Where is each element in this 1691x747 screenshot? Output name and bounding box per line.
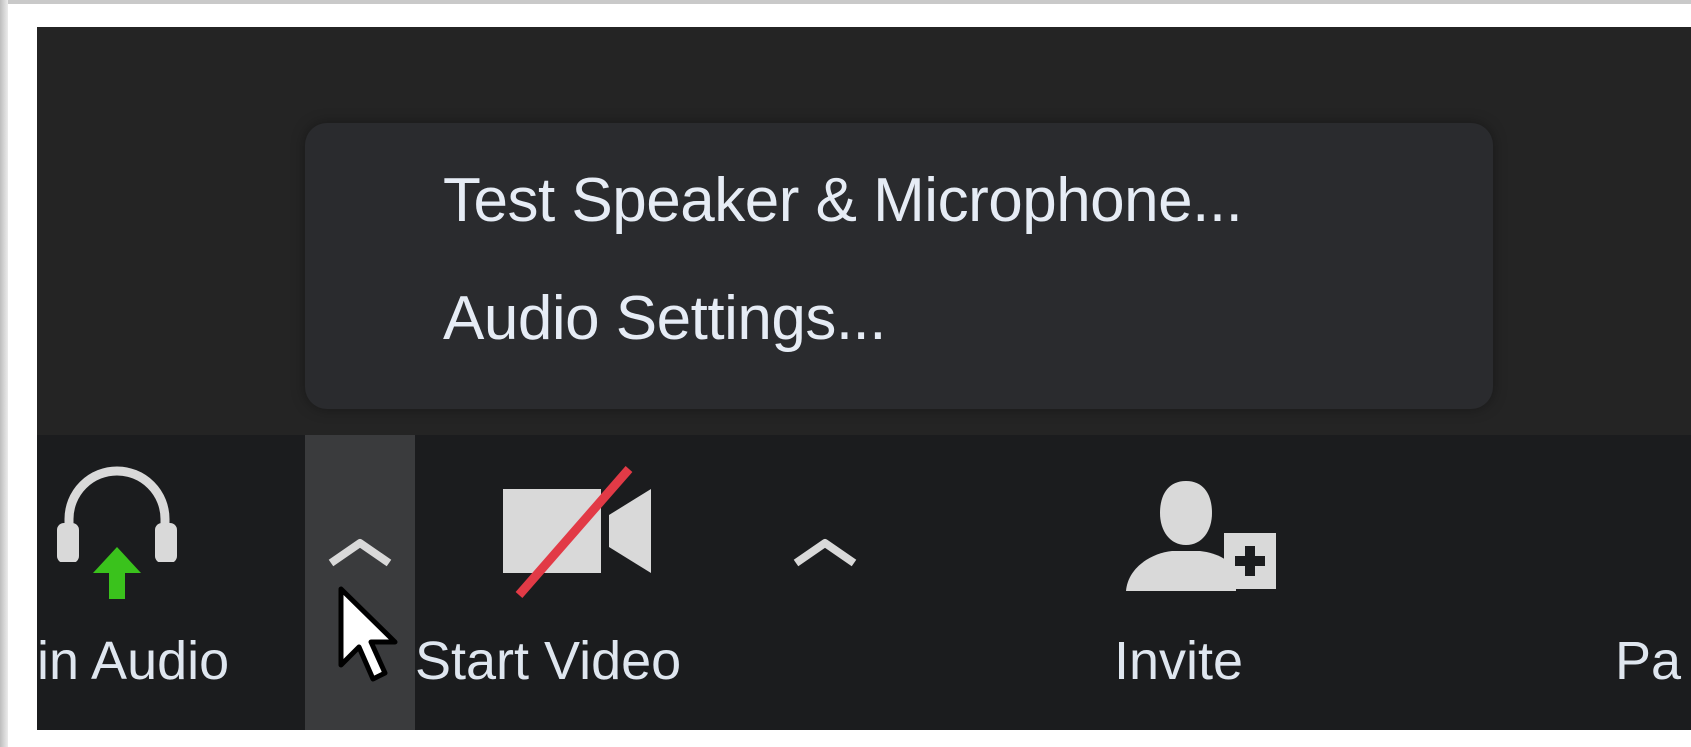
participants-label: Pa xyxy=(1615,631,1682,691)
chevron-up-icon xyxy=(793,539,857,567)
frame-border-top xyxy=(0,0,1691,4)
start-video-button[interactable]: Start Video xyxy=(415,435,735,730)
video-options-button[interactable] xyxy=(772,435,882,730)
menu-item-audio-settings[interactable]: Audio Settings... xyxy=(443,279,887,359)
screenshot-frame: Test Speaker & Microphone... Audio Setti… xyxy=(0,0,1691,747)
frame-border-left xyxy=(0,0,8,747)
mouse-pointer-icon xyxy=(338,586,398,682)
meeting-window: Test Speaker & Microphone... Audio Setti… xyxy=(37,27,1691,730)
join-audio-button[interactable]: in Audio xyxy=(37,435,299,730)
invite-button[interactable]: Invite xyxy=(1112,435,1332,730)
start-video-label: Start Video xyxy=(415,631,682,691)
video-off-icon xyxy=(503,466,651,598)
add-user-icon xyxy=(1126,481,1276,591)
join-audio-label: in Audio xyxy=(37,631,230,691)
arrow-up-icon xyxy=(93,547,141,599)
audio-options-button[interactable] xyxy=(305,435,415,730)
chevron-up-icon xyxy=(328,539,392,567)
audio-options-menu: Test Speaker & Microphone... Audio Setti… xyxy=(305,123,1493,409)
invite-label: Invite xyxy=(1114,631,1244,691)
meeting-toolbar: in Audio Start Video Invite Pa xyxy=(37,435,1691,730)
participants-button[interactable]: Pa xyxy=(1615,435,1691,730)
menu-item-test-speaker-microphone[interactable]: Test Speaker & Microphone... xyxy=(443,161,1243,241)
